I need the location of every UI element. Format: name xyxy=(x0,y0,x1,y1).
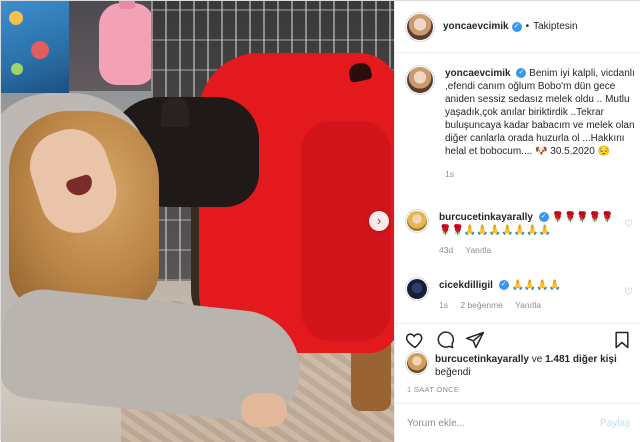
post-side-panel: yoncaevcimik ✓ • Takiptesin yoncaevcimik… xyxy=(394,1,640,442)
dog-ear xyxy=(161,97,189,127)
post-actions xyxy=(395,323,640,353)
comment-likes-count[interactable]: 2 beğenme xyxy=(460,300,503,310)
caption-age: 1s xyxy=(445,169,454,179)
share-icon[interactable] xyxy=(465,330,485,350)
comment-body: burcucetinkayarally ✓ 🌹🌹🌹🌹🌹🌹🌹🙏🙏🙏🙏🙏🙏🙏 43d… xyxy=(439,211,615,257)
comment-username[interactable]: cicekdilligil xyxy=(439,280,493,291)
hoodie-shadow xyxy=(301,121,391,341)
comment-meta: 43d Yanıtla xyxy=(439,244,615,257)
likes-connector: ve xyxy=(531,354,543,365)
hot-water-bottle xyxy=(99,1,155,85)
caption-body: yoncaevcimik ✓ Benim iyi kalpli, vicdanl… xyxy=(445,67,635,181)
comment-item: cicekdilligil ✓ 🙏🙏🙏🙏 1s 2 beğenme Yanıtl… xyxy=(407,279,635,312)
caption-author-avatar[interactable] xyxy=(407,67,433,93)
reply-button[interactable]: Yanıtla xyxy=(515,300,541,310)
separator-dot: • xyxy=(525,21,530,32)
post-comment-button[interactable]: Paylaş xyxy=(600,418,630,429)
verified-badge-icon: ✓ xyxy=(516,68,527,79)
follow-status-button[interactable]: Takiptesin xyxy=(533,21,577,32)
post-header: yoncaevcimik ✓ • Takiptesin xyxy=(395,1,640,53)
background-poster xyxy=(1,1,69,93)
next-photo-chevron-right-icon[interactable]: › xyxy=(369,211,389,231)
commenter-avatar[interactable] xyxy=(407,279,427,299)
verified-badge-icon: ✓ xyxy=(511,21,522,32)
author-username[interactable]: yoncaevcimik xyxy=(443,21,509,32)
likes-suffix: beğendi xyxy=(435,367,471,378)
commenter-avatar[interactable] xyxy=(407,211,427,231)
likes-count[interactable]: 1.481 diğer kişi xyxy=(545,354,617,365)
caption-text: Benim iyi kalpli, vicdanlı ,efendi canım… xyxy=(445,68,635,157)
first-liker-username[interactable]: burcucetinkayarally xyxy=(435,354,529,365)
add-comment-bar: Yorum ekle... Paylaş xyxy=(395,403,640,442)
comment-username[interactable]: burcucetinkayarally xyxy=(439,212,533,223)
post-photo: › xyxy=(1,1,394,442)
comment-like-heart-icon[interactable]: ♡ xyxy=(624,287,633,298)
comment-age: 43d xyxy=(439,245,454,255)
likes-text: burcucetinkayarally ve 1.481 diğer kişi … xyxy=(435,353,635,379)
heart-icon[interactable] xyxy=(405,330,425,350)
author-avatar[interactable] xyxy=(407,13,433,40)
post-caption: yoncaevcimik ✓ Benim iyi kalpli, vicdanl… xyxy=(407,67,635,181)
post-timestamp[interactable]: 1 SAAT ÖNCE xyxy=(407,385,459,394)
woman-hand xyxy=(241,393,287,427)
comment-body: cicekdilligil ✓ 🙏🙏🙏🙏 1s 2 beğenme Yanıtl… xyxy=(439,279,615,312)
comment-age: 1s xyxy=(439,300,448,310)
comment-input[interactable]: Yorum ekle... xyxy=(407,418,600,429)
liker-avatar[interactable] xyxy=(407,353,427,373)
verified-badge-icon: ✓ xyxy=(538,212,549,223)
comment-icon[interactable] xyxy=(435,330,455,350)
comment-text: 🙏🙏🙏🙏 xyxy=(511,280,562,291)
bookmark-icon[interactable] xyxy=(612,330,632,350)
comment-meta: 1s 2 beğenme Yanıtla xyxy=(439,299,615,312)
comment-item: burcucetinkayarally ✓ 🌹🌹🌹🌹🌹🌹🌹🙏🙏🙏🙏🙏🙏🙏 43d… xyxy=(407,211,635,257)
comment-like-heart-icon[interactable]: ♡ xyxy=(624,219,633,230)
reply-button[interactable]: Yanıtla xyxy=(465,245,491,255)
instagram-post-modal: › yoncaevcimik ✓ • Takiptesin yoncaevcim… xyxy=(0,0,640,442)
caption-username[interactable]: yoncaevcimik xyxy=(445,68,511,79)
likes-summary: burcucetinkayarally ve 1.481 diğer kişi … xyxy=(407,353,635,379)
verified-badge-icon: ✓ xyxy=(498,280,509,291)
